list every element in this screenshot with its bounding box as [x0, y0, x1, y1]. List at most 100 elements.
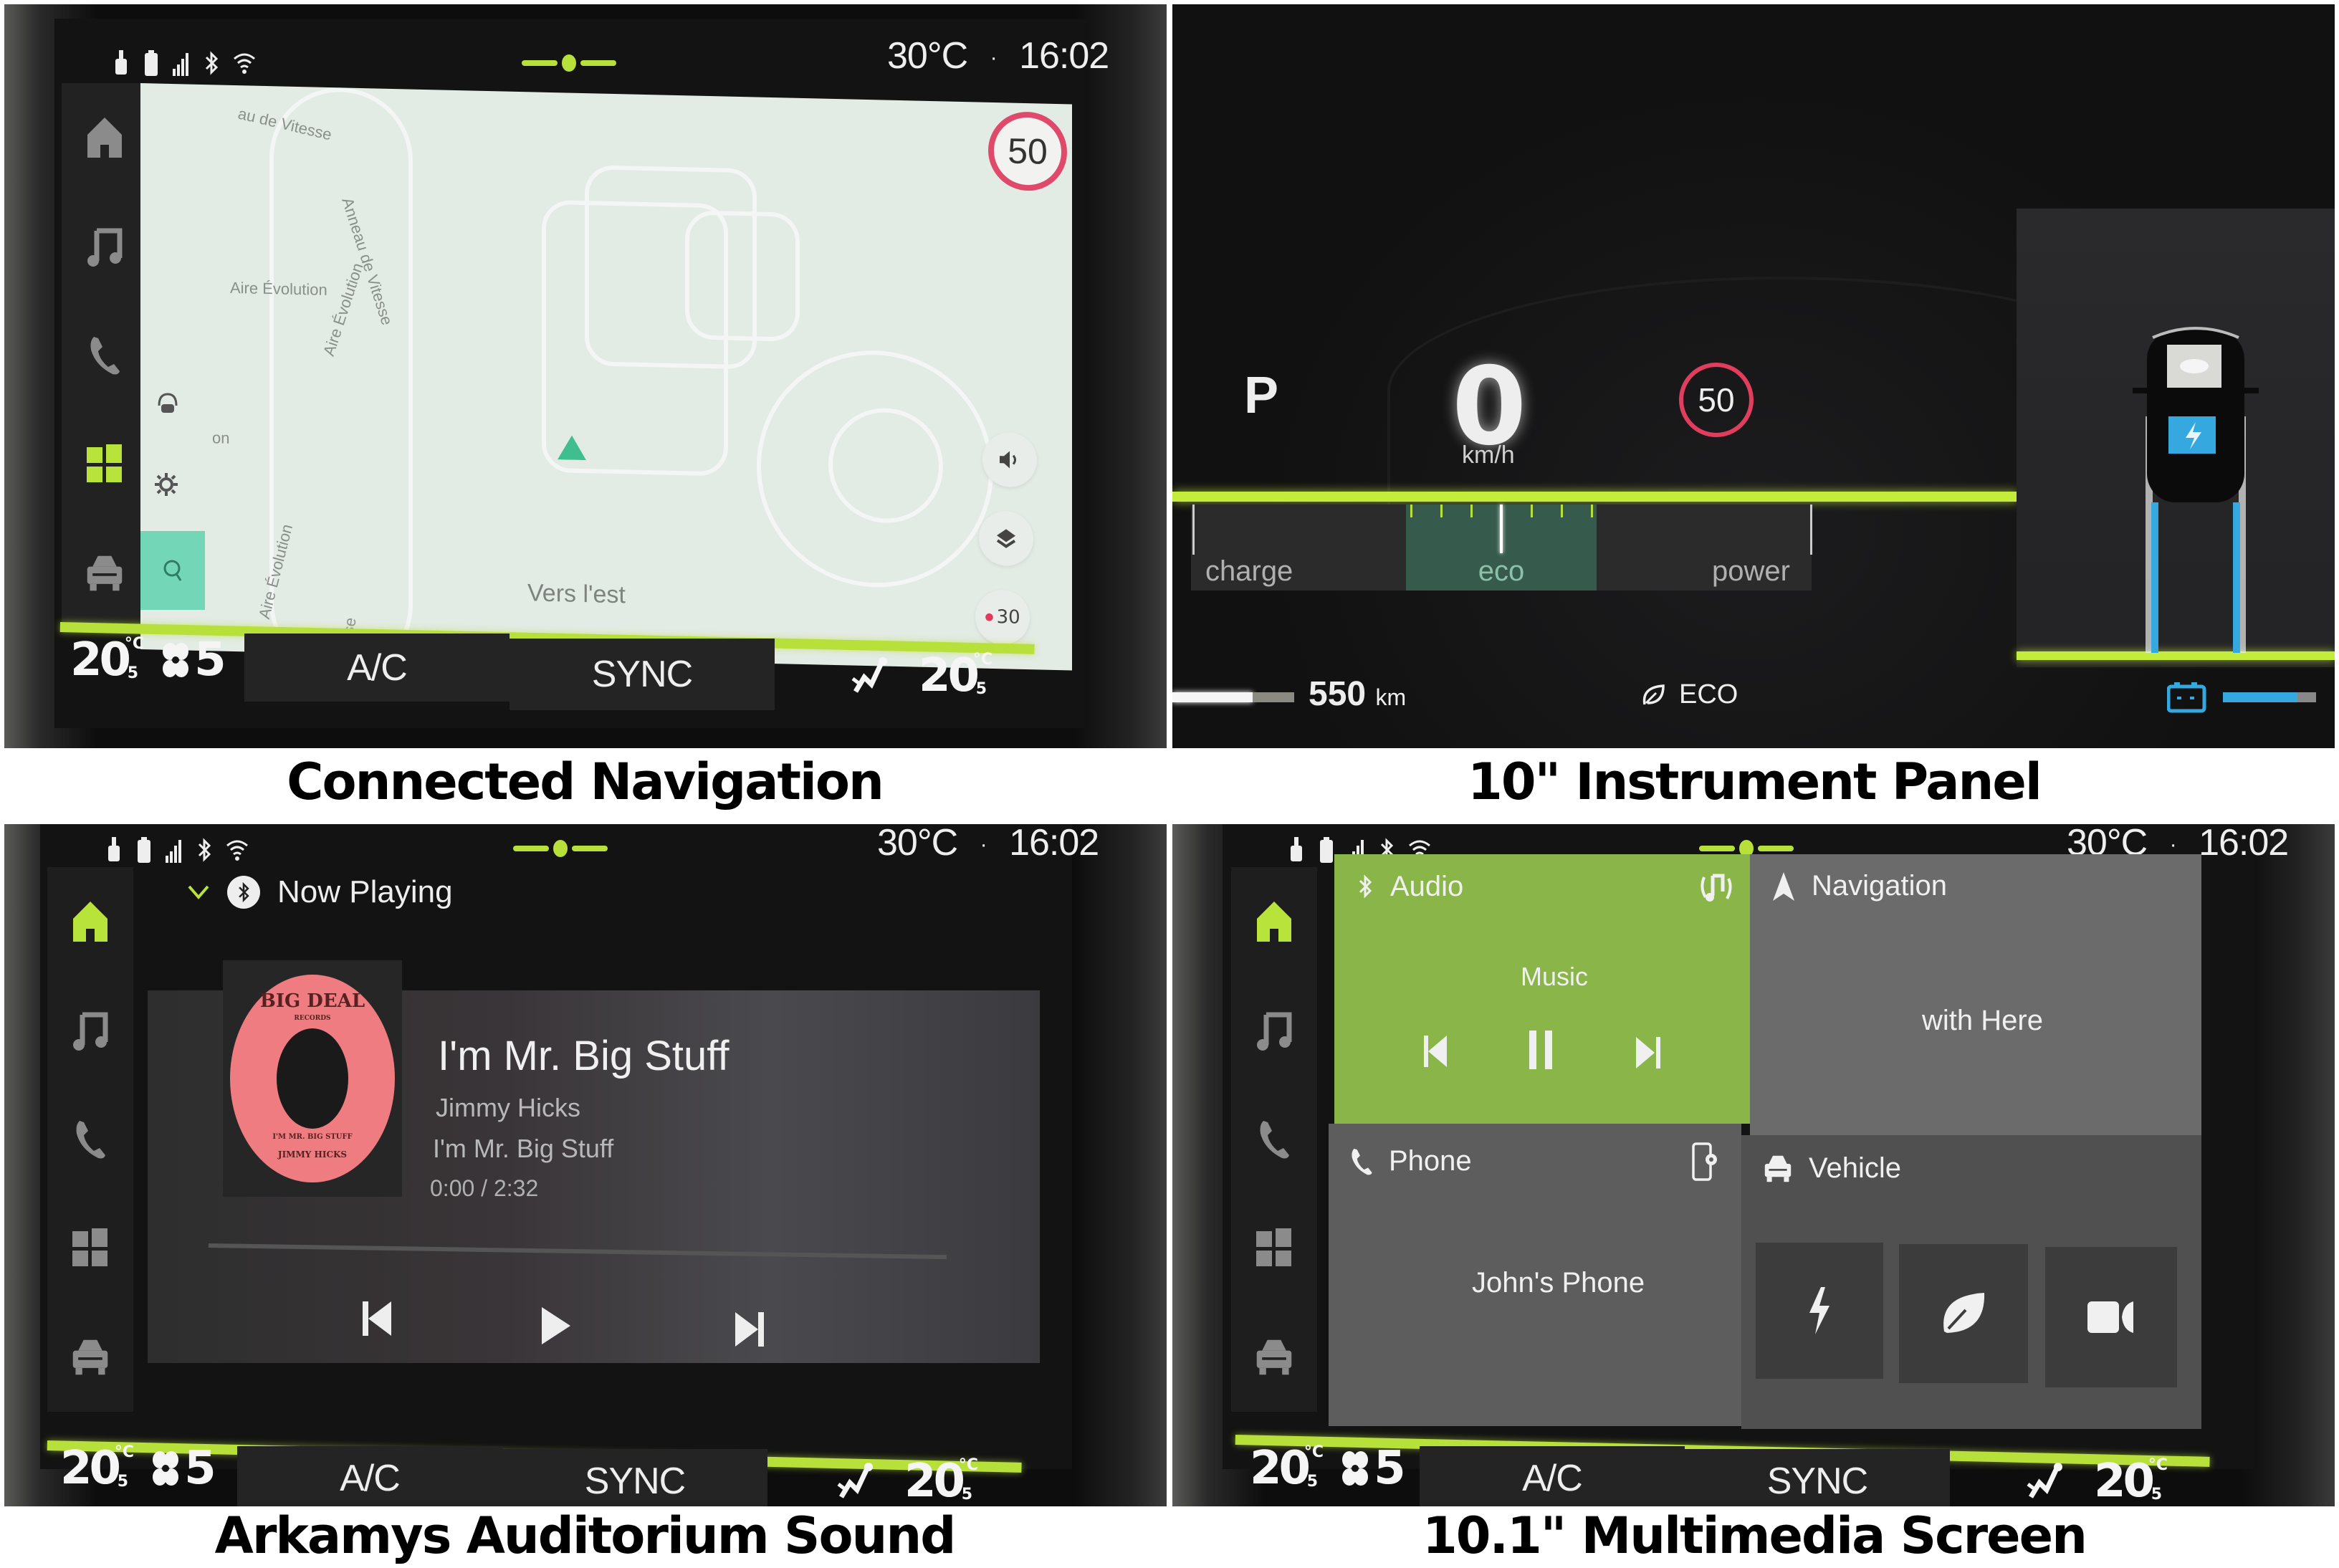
meter-tick — [1440, 505, 1443, 517]
zone-charge: charge — [1191, 505, 1406, 591]
car-icon — [72, 1339, 108, 1375]
next-track-button[interactable] — [721, 1301, 778, 1358]
climate-driver[interactable]: 20 °C 5 5 — [1250, 1442, 1406, 1495]
audio-pause-button[interactable] — [1519, 1025, 1562, 1075]
sync-button[interactable]: SYNC — [1685, 1449, 1950, 1506]
seat-ventilation-icon[interactable] — [850, 656, 890, 696]
passenger-temp[interactable]: 20 °C 5 — [2094, 1455, 2168, 1506]
range-readout: 550 km — [1309, 675, 1407, 713]
wifi-icon — [226, 840, 248, 861]
vehicle-tile-header: Vehicle — [1763, 1152, 1901, 1185]
nav-home[interactable] — [70, 900, 110, 943]
street-label: Aire Évolution — [230, 278, 327, 299]
home-icon — [87, 118, 122, 158]
nav-phone[interactable] — [70, 1118, 110, 1161]
poi-label: on — [212, 429, 230, 447]
status-bar — [112, 50, 257, 76]
nav-music[interactable] — [70, 1009, 110, 1052]
nav-home[interactable] — [1254, 900, 1294, 943]
nav-vehicle[interactable] — [1254, 1336, 1294, 1379]
clock: 16:02 — [1019, 35, 1109, 77]
nav-vehicle[interactable] — [70, 1336, 110, 1379]
driver-temp[interactable]: 20 °C 5 — [1250, 1442, 1324, 1495]
now-playing-header[interactable]: Now Playing — [187, 874, 453, 910]
navigation-tile[interactable]: Navigation with Here — [1750, 854, 2201, 1135]
traffic-icon[interactable] — [155, 391, 181, 417]
climate-passenger[interactable]: 20 °C 5 — [850, 649, 992, 702]
nav-music[interactable] — [85, 225, 125, 268]
previous-track-button[interactable] — [348, 1290, 406, 1347]
battery-level-fill — [2223, 692, 2297, 702]
audio-tile[interactable]: Audio Music — [1334, 854, 1750, 1124]
settings-gear-icon[interactable] — [153, 472, 179, 497]
audio-prev-button[interactable] — [1415, 1026, 1458, 1076]
vehicle-camera-shortcut[interactable] — [2045, 1247, 2177, 1387]
nav-apps[interactable] — [85, 443, 125, 486]
vehicle-position-arrow-icon — [558, 435, 586, 461]
nav-vehicle[interactable] — [85, 552, 125, 595]
ac-button[interactable]: A/C — [244, 634, 510, 702]
skip-previous-icon — [1424, 1036, 1447, 1067]
usb-icon — [115, 50, 127, 75]
nav-phone[interactable] — [1254, 1118, 1294, 1161]
passenger-temp[interactable]: 20 °C 5 — [904, 1455, 978, 1506]
meter-tick — [1192, 505, 1195, 555]
driver-temp[interactable]: 20 °C 5 — [70, 634, 144, 687]
status-temp-time: 30°C · 16:02 — [877, 824, 1099, 864]
climate-passenger[interactable]: 20 °C 5 — [836, 1455, 978, 1506]
vehicle-tile[interactable]: Vehicle — [1741, 1135, 2201, 1429]
music-icon — [87, 228, 123, 267]
ac-button[interactable]: A/C — [237, 1446, 502, 1506]
fan-icon — [163, 643, 189, 677]
meter-tick — [1470, 505, 1473, 517]
map-search-button[interactable] — [140, 531, 205, 610]
sync-button[interactable]: SYNC — [510, 639, 775, 710]
phone-tile[interactable]: Phone John's Phone — [1329, 1124, 1741, 1426]
vehicle-charge-shortcut[interactable] — [1756, 1243, 1883, 1379]
ac-button[interactable]: A/C — [1420, 1446, 1685, 1506]
nav-apps[interactable] — [1254, 1227, 1294, 1270]
climate-passenger[interactable]: 20 °C 5 — [2025, 1455, 2168, 1506]
phone-tile-header: Phone — [1350, 1145, 1472, 1177]
fan-speed[interactable]: 5 — [160, 634, 226, 687]
track-title: I'm Mr. Big Stuff — [438, 1033, 730, 1079]
zone-power: power — [1597, 505, 1812, 591]
fan-speed[interactable]: 5 — [1339, 1442, 1406, 1495]
nav-home[interactable] — [85, 116, 125, 159]
music-source-icon[interactable] — [1698, 870, 1734, 906]
bluetooth-icon — [205, 51, 219, 75]
skip-next-icon — [1636, 1037, 1660, 1069]
car-icon — [1764, 1155, 1792, 1182]
chevron-down-icon[interactable] — [187, 884, 210, 901]
volume-button[interactable] — [982, 431, 1037, 488]
seat-ventilation-icon[interactable] — [2025, 1461, 2065, 1501]
map-zoom-button[interactable]: ● 30 — [975, 589, 1030, 646]
car-icon — [87, 555, 123, 591]
status-bar — [105, 837, 249, 863]
audio-next-button[interactable] — [1627, 1028, 1670, 1078]
phone-settings-icon[interactable] — [1691, 1141, 1720, 1184]
artist-name: Jimmy Hicks — [436, 1093, 580, 1122]
vehicle-eco-shortcut[interactable] — [1899, 1244, 2028, 1383]
phone-icon — [1352, 1148, 1372, 1175]
passenger-temp[interactable]: 20 °C 5 — [919, 649, 992, 702]
play-button[interactable] — [527, 1297, 585, 1354]
map-view[interactable]: au de Vitesse Anneau de Vitesse Aire Évo… — [140, 83, 1072, 671]
climate-driver[interactable]: 20 °C 5 5 — [60, 1442, 216, 1495]
wifi-icon — [234, 53, 255, 74]
multimedia-screen-photo: 30°C · 16:02 Audio Music Navigation with… — [1172, 824, 2335, 1506]
nav-music[interactable] — [1254, 1009, 1294, 1052]
sync-button[interactable]: SYNC — [502, 1449, 767, 1506]
fan-speed[interactable]: 5 — [150, 1442, 216, 1495]
nav-phone[interactable] — [85, 334, 125, 377]
nav-apps[interactable] — [70, 1227, 110, 1270]
outside-temp: 30°C — [887, 35, 968, 77]
map-layers-button[interactable] — [979, 510, 1033, 567]
caption-multimedia-screen: 10.1" Multimedia Screen — [1422, 1506, 2087, 1565]
seat-ventilation-icon[interactable] — [836, 1461, 876, 1501]
climate-driver[interactable]: 20 °C 5 5 — [70, 634, 226, 687]
now-playing-title: Now Playing — [277, 874, 453, 909]
driver-temp[interactable]: 20 °C 5 — [60, 1442, 134, 1495]
charge-bolt-icon — [1809, 1287, 1829, 1334]
battery-level-bar — [2223, 692, 2316, 702]
